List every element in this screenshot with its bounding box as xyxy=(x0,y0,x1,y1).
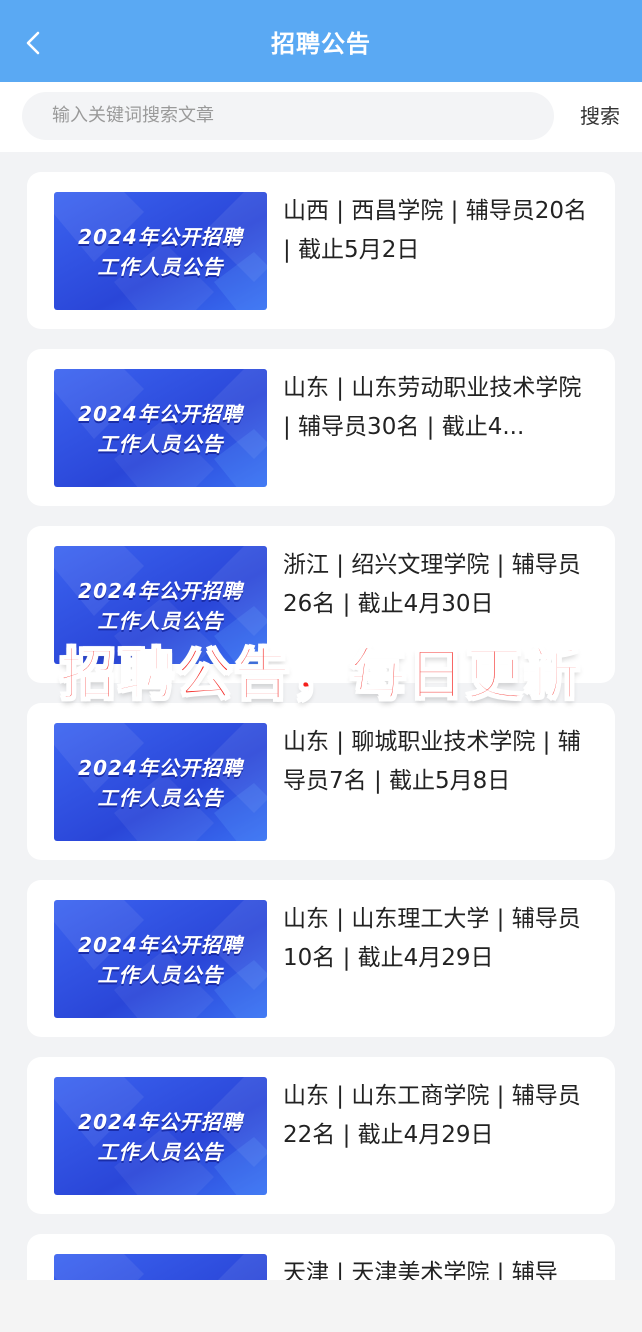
thumbnail-caption: 2024年公开招聘 工作人员公告 xyxy=(78,1110,243,1164)
thumbnail-caption: 2024年公开招聘 工作人员公告 xyxy=(78,933,243,987)
article-card[interactable]: 2024年公开招聘 工作人员公告 山东 | 山东劳动职业技术学院 | 辅导员30名… xyxy=(27,349,615,506)
article-title: 山东 | 山东工商学院 | 辅导员22名 | 截止4月29日 xyxy=(283,1083,581,1148)
article-title: 山东 | 山东理工大学 | 辅导员10名 | 截止4月29日 xyxy=(283,906,581,971)
search-button[interactable]: 搜索 xyxy=(572,92,628,140)
article-card[interactable]: 天津 | 天津美术学院 | 辅导 xyxy=(27,1234,615,1280)
article-title: 山西 | 西昌学院 | 辅导员20名 | 截止5月2日 xyxy=(283,198,588,263)
article-thumbnail: 2024年公开招聘 工作人员公告 xyxy=(54,900,267,1018)
article-thumbnail: 2024年公开招聘 工作人员公告 xyxy=(54,723,267,841)
search-input[interactable]: 输入关键词搜索文章 xyxy=(22,92,554,140)
thumbnail-caption: 2024年公开招聘 工作人员公告 xyxy=(78,402,243,456)
article-thumbnail: 2024年公开招聘 工作人员公告 xyxy=(54,192,267,310)
back-button[interactable] xyxy=(20,30,46,56)
article-thumbnail: 2024年公开招聘 工作人员公告 xyxy=(54,1077,267,1195)
article-title: 山东 | 山东劳动职业技术学院 | 辅导员30名 | 截止4... xyxy=(283,375,582,440)
page-title: 招聘公告 xyxy=(271,29,371,58)
article-card[interactable]: 2024年公开招聘 工作人员公告 山西 | 西昌学院 | 辅导员20名 | 截止5… xyxy=(27,172,615,329)
chevron-left-icon xyxy=(26,31,40,55)
bottom-bar xyxy=(0,1280,642,1332)
article-card[interactable]: 2024年公开招聘 工作人员公告 山东 | 山东理工大学 | 辅导员10名 | 截… xyxy=(27,880,615,1037)
article-title: 浙江 | 绍兴文理学院 | 辅导员26名 | 截止4月30日 xyxy=(283,552,581,617)
article-card[interactable]: 2024年公开招聘 工作人员公告 山东 | 聊城职业技术学院 | 辅导员7名 | … xyxy=(27,703,615,860)
article-title: 山东 | 聊城职业技术学院 | 辅导员7名 | 截止5月8日 xyxy=(283,729,581,794)
article-title: 天津 | 天津美术学院 | 辅导 xyxy=(283,1260,558,1280)
article-thumbnail: 2024年公开招聘 工作人员公告 xyxy=(54,369,267,487)
article-thumbnail xyxy=(54,1254,267,1280)
promo-overlay-text: 招聘公告，每日更新 xyxy=(59,642,582,709)
thumbnail-caption: 2024年公开招聘 工作人员公告 xyxy=(78,225,243,279)
article-list: 2024年公开招聘 工作人员公告 山西 | 西昌学院 | 辅导员20名 | 截止5… xyxy=(0,172,642,1280)
article-card[interactable]: 2024年公开招聘 工作人员公告 山东 | 山东工商学院 | 辅导员22名 | 截… xyxy=(27,1057,615,1214)
search-bar: 输入关键词搜索文章 搜索 xyxy=(0,82,642,152)
top-bar: 招聘公告 xyxy=(0,0,642,82)
thumbnail-caption: 2024年公开招聘 工作人员公告 xyxy=(78,756,243,810)
thumbnail-caption: 2024年公开招聘 工作人员公告 xyxy=(78,579,243,633)
